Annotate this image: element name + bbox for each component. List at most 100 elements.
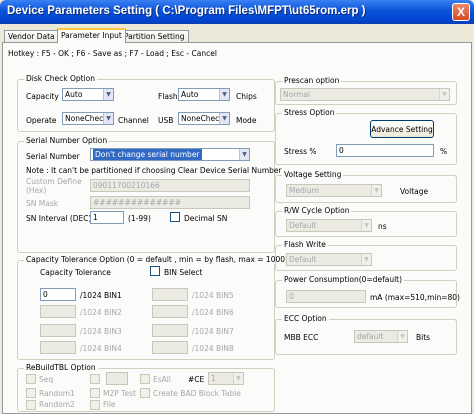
- sn-mask-input[interactable]: ##############: [90, 196, 250, 209]
- rw-cycle-value: Default: [289, 221, 317, 230]
- custom-define-label: Custom Define (Hex): [26, 177, 82, 195]
- prescan-group: Prescan option Normal ▼: [275, 76, 457, 105]
- capacity-tolerance-legend: Capacity Tolerance Option (0 = default ,…: [24, 255, 290, 264]
- bin4-input[interactable]: [40, 341, 76, 354]
- rw-cycle-select[interactable]: Default ▼: [286, 219, 372, 232]
- chevron-down-icon: ▼: [361, 254, 371, 265]
- sn-interval-range: (1-99): [128, 214, 151, 223]
- chevron-down-icon: ▼: [233, 373, 243, 384]
- disk-check-group: Disk Check Option Capacity Auto ▼ Flash …: [17, 74, 275, 132]
- chips-label: Chips: [236, 92, 257, 101]
- flash-select[interactable]: Auto ▼: [178, 88, 230, 101]
- seq-extra-checkbox[interactable]: [90, 374, 100, 384]
- seq-count-input[interactable]: [106, 372, 128, 385]
- power-group: Power Consumption(0=default) 0 mA (max=5…: [275, 275, 460, 308]
- close-button[interactable]: X: [452, 3, 470, 21]
- usb-select[interactable]: NoneCheck ▼: [178, 112, 230, 125]
- chevron-down-icon: ▼: [219, 113, 229, 124]
- flash-write-legend: Flash Write: [282, 240, 328, 249]
- usb-label: USB: [158, 116, 174, 125]
- file-label: File: [103, 400, 116, 409]
- capacity-select[interactable]: Auto ▼: [62, 88, 114, 101]
- prescan-value: Normal: [283, 90, 311, 99]
- bin2-label: /1024 BIN2: [80, 308, 122, 317]
- sn-interval-label: SN Interval (DEC): [26, 214, 92, 223]
- hotkey-text: Hotkey : F5 - OK ; F6 - Save as ; F7 - L…: [8, 49, 217, 58]
- bin2-input[interactable]: [40, 305, 76, 318]
- ce-select[interactable]: 1 ▼: [208, 372, 244, 385]
- decimal-sn-label: Decimal SN: [184, 214, 228, 223]
- bin-select-checkbox[interactable]: [150, 266, 160, 276]
- random1-label: Random1: [39, 389, 75, 398]
- bin1-label: /1024 BIN1: [80, 291, 122, 300]
- sn-mask-label: SN Mask: [26, 199, 59, 208]
- serial-number-group: Serial Number Option Serial Number Don't…: [17, 136, 282, 253]
- bin5-label: /1024 BIN5: [192, 291, 234, 300]
- flash-value: Auto: [181, 90, 199, 99]
- bin7-input[interactable]: [152, 324, 188, 337]
- operate-value: NoneCheck: [65, 114, 108, 123]
- bin6-input[interactable]: [152, 305, 188, 318]
- create-bad-checkbox[interactable]: [140, 388, 150, 398]
- bin7-label: /1024 BIN7: [192, 327, 234, 336]
- seq-checkbox[interactable]: [26, 374, 36, 384]
- random1-checkbox[interactable]: [26, 388, 36, 398]
- capacity-value: Auto: [65, 90, 83, 99]
- capacity-tolerance-header: Capacity Tolerance: [40, 268, 111, 277]
- voltage-group: Voltage Setting Medium ▼ Voltage: [275, 170, 457, 203]
- bin-select-label: BIN Select: [164, 268, 203, 277]
- esall-label: EsAll: [153, 375, 171, 384]
- rw-cycle-group: R/W Cycle Option Default ▼ ns: [275, 206, 457, 237]
- esall-checkbox[interactable]: [140, 374, 150, 384]
- stress-legend: Stress Option: [282, 108, 337, 117]
- chevron-down-icon: ▼: [239, 149, 249, 160]
- bin8-input[interactable]: [152, 341, 188, 354]
- prescan-select[interactable]: Normal ▼: [280, 88, 450, 101]
- stress-input[interactable]: 0: [336, 144, 434, 157]
- ecc-select[interactable]: default ▼: [354, 330, 408, 343]
- bin5-input[interactable]: [152, 288, 188, 301]
- chevron-down-icon: ▼: [371, 185, 381, 196]
- m2p-test-label: M2P Test: [103, 389, 136, 398]
- advance-setting-button[interactable]: Advance Setting: [370, 120, 434, 138]
- tab-partition-setting[interactable]: Partition Setting: [120, 30, 189, 42]
- chevron-down-icon: ▼: [439, 89, 449, 100]
- flash-label: Flash: [158, 92, 178, 101]
- flash-write-select[interactable]: Default ▼: [286, 253, 372, 266]
- serial-number-value: Don't change serial number: [93, 149, 202, 160]
- bin8-label: /1024 BIN8: [192, 344, 234, 353]
- power-input[interactable]: 0: [286, 290, 366, 303]
- power-unit: mA (max=510,min=80): [370, 293, 460, 302]
- seq-label: Seq: [39, 375, 54, 384]
- operate-label: Operate: [26, 116, 57, 125]
- serial-number-select[interactable]: Don't change serial number ▼: [90, 148, 250, 161]
- random2-label: Random2: [39, 400, 75, 409]
- tab-vendor-data[interactable]: Vendor Data: [4, 30, 59, 42]
- serial-legend: Serial Number Option: [24, 136, 110, 145]
- ecc-legend: ECC Option: [282, 314, 329, 323]
- serial-number-label: Serial Number: [26, 152, 80, 161]
- prescan-legend: Prescan option: [282, 76, 342, 85]
- voltage-legend: Voltage Setting: [282, 170, 344, 179]
- bin3-input[interactable]: [40, 324, 76, 337]
- usb-value: NoneCheck: [181, 114, 224, 123]
- sn-interval-input[interactable]: 1: [90, 211, 124, 224]
- bin1-input[interactable]: 0: [40, 288, 76, 301]
- voltage-select[interactable]: Medium ▼: [286, 184, 382, 197]
- disk-check-legend: Disk Check Option: [24, 74, 97, 83]
- file-checkbox[interactable]: [90, 400, 100, 410]
- ce-value: 1: [211, 374, 216, 383]
- random2-checkbox[interactable]: [26, 400, 36, 410]
- voltage-label: Voltage: [400, 187, 429, 196]
- create-bad-label: Create BAD Block Table: [153, 389, 241, 398]
- chevron-down-icon: ▼: [219, 89, 229, 100]
- custom-define-input[interactable]: 09011700210166: [90, 179, 250, 192]
- voltage-value: Medium: [289, 186, 319, 195]
- m2p-test-checkbox[interactable]: [90, 388, 100, 398]
- ecc-value: default: [357, 332, 384, 341]
- tab-parameter-input[interactable]: Parameter Input: [57, 28, 126, 43]
- bin3-label: /1024 BIN3: [80, 327, 122, 336]
- mode-label: Mode: [236, 116, 257, 125]
- operate-select[interactable]: NoneCheck ▼: [62, 112, 114, 125]
- decimal-sn-checkbox[interactable]: [170, 212, 180, 222]
